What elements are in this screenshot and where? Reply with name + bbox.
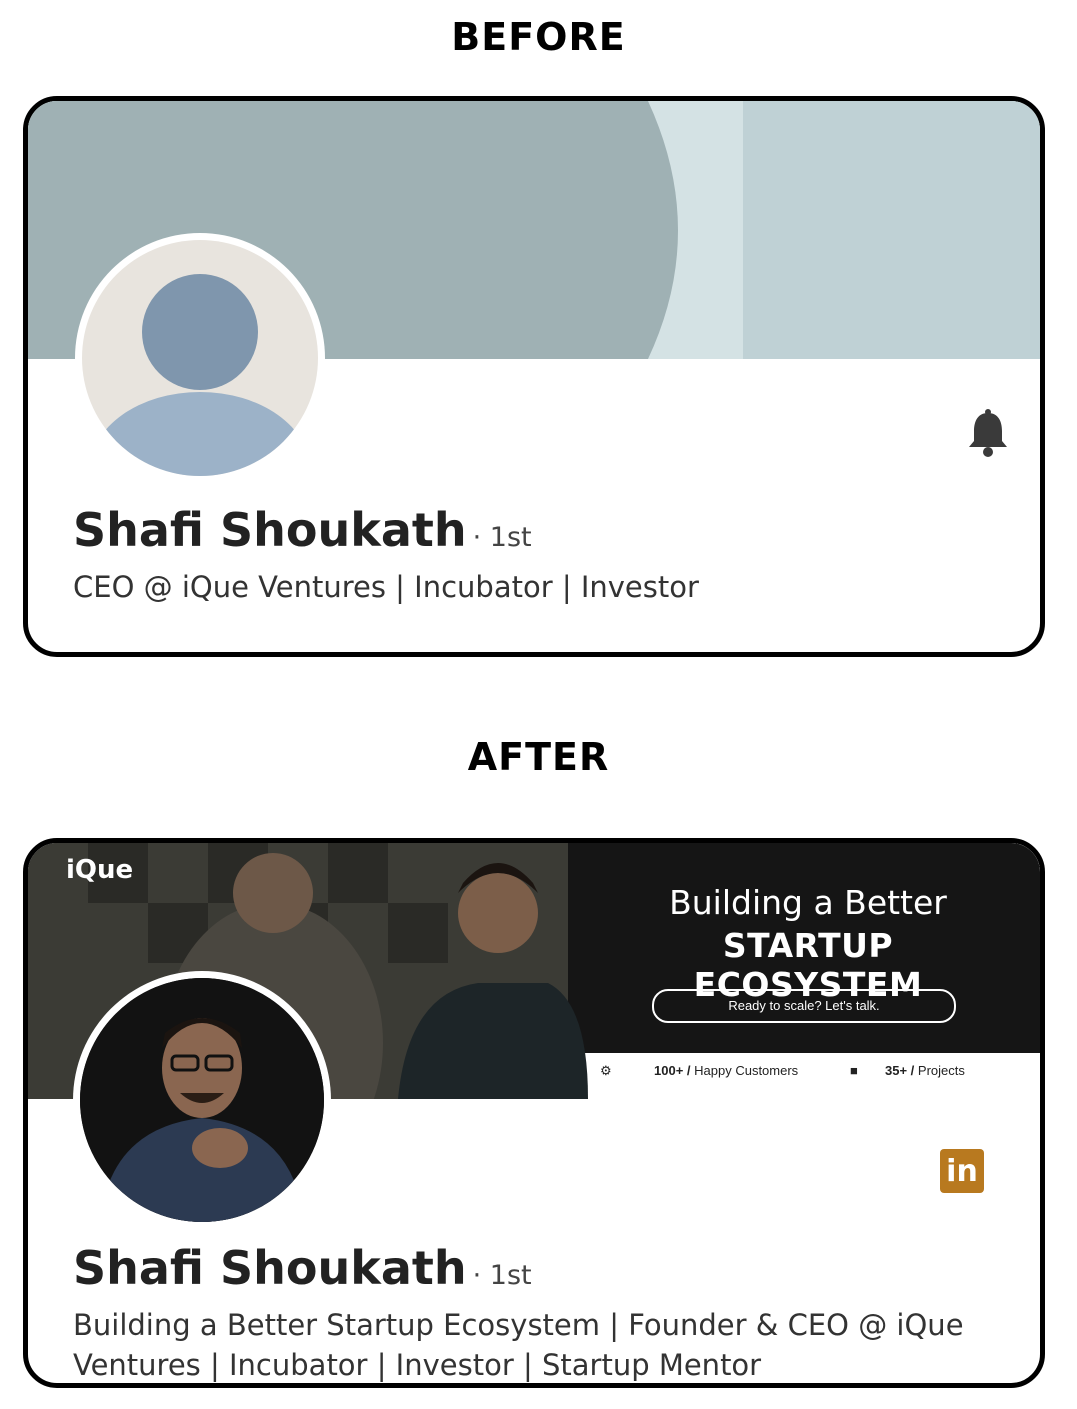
before-avatar[interactable] (75, 233, 325, 483)
customers-icon: ⚙ (600, 1063, 612, 1078)
headline-line2: Ventures | Incubator | Investor | Startu… (73, 1348, 762, 1382)
ique-logo: iQue (66, 855, 134, 885)
bell-icon[interactable] (966, 409, 1010, 457)
stat-customers: 100+ / Happy Customers (654, 1063, 799, 1078)
linkedin-icon[interactable]: in (940, 1149, 984, 1193)
profile-name: Shafi Shoukath (73, 1241, 467, 1295)
profile-headline: CEO @ iQue Ventures | Incubator | Invest… (73, 570, 699, 604)
stat-projects: 35+ / Projects (885, 1063, 965, 1078)
connection-degree: · 1st (472, 522, 532, 553)
profile-photo (80, 978, 324, 1222)
profile-headline: Building a Better Startup Ecosystem | Fo… (73, 1305, 964, 1383)
after-name-row: Shafi Shoukath · 1st (73, 1241, 532, 1295)
default-avatar-icon (82, 240, 318, 476)
profile-name: Shafi Shoukath (73, 503, 467, 557)
connection-degree: · 1st (472, 1260, 532, 1291)
after-profile-card: iQue Building a Better STARTUP ECOSYSTEM… (23, 838, 1045, 1388)
projects-icon: ■ (850, 1063, 858, 1078)
banner-cta: Ready to scale? Let's talk. (652, 989, 956, 1023)
before-section-title: BEFORE (451, 15, 626, 59)
after-section-title: AFTER (467, 735, 610, 779)
before-name-row: Shafi Shoukath · 1st (73, 503, 532, 557)
headline-line1: Building a Better Startup Ecosystem | Fo… (73, 1308, 964, 1342)
banner-headline-line1: Building a Better (669, 883, 947, 922)
after-avatar[interactable] (73, 971, 331, 1229)
before-profile-card: Shafi Shoukath · 1st CEO @ iQue Ventures … (23, 96, 1045, 657)
